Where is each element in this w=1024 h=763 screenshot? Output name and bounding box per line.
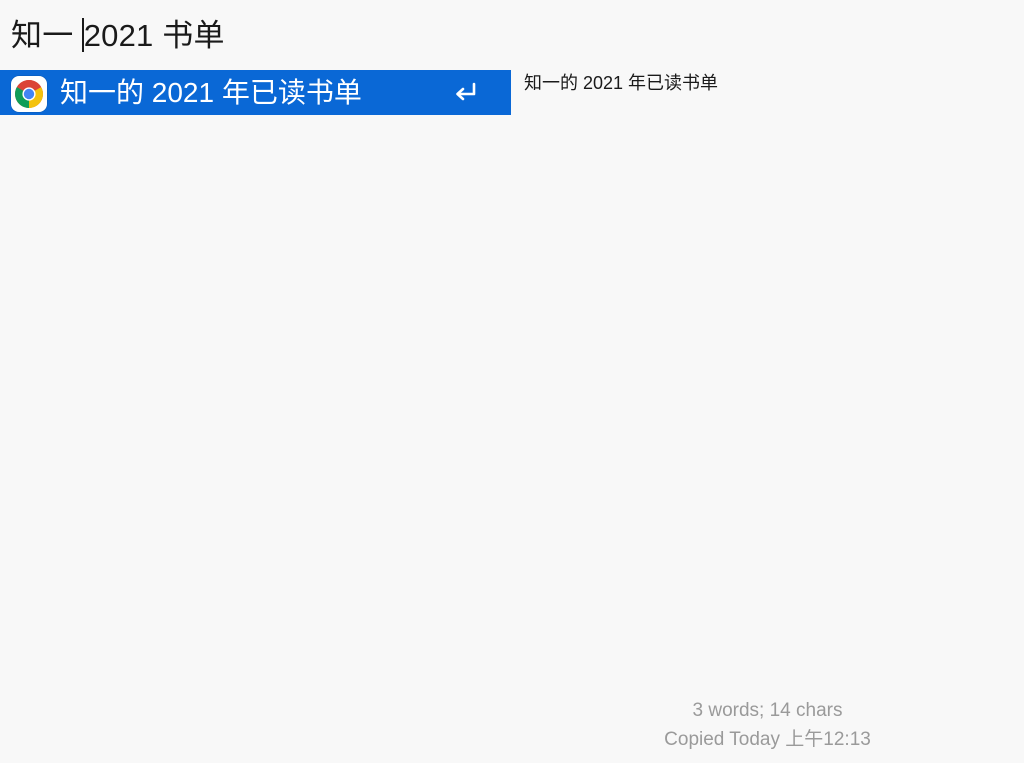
search-query-prefix: 知一 <box>11 18 83 53</box>
clipboard-history-window: 知一 2021 书单 知一的 2021 年已读书单 知一的 2021 年已读书单… <box>0 0 1024 763</box>
preview-stats: 3 words; 14 chars <box>692 700 843 721</box>
search-query-suffix: 2021 书单 <box>83 18 225 53</box>
results-list: 知一的 2021 年已读书单 <box>0 70 511 690</box>
preview-pane: 知一的 2021 年已读书单 3 words; 14 chars Copied … <box>511 70 1024 763</box>
search-input[interactable]: 知一 2021 书单 <box>11 14 225 58</box>
chrome-icon <box>11 76 47 112</box>
search-bar[interactable]: 知一 2021 书单 <box>0 0 1024 70</box>
return-key-icon <box>452 81 480 105</box>
result-item-title: 知一的 2021 年已读书单 <box>60 77 362 108</box>
preview-content: 知一的 2021 年已读书单 <box>524 73 719 93</box>
preview-metadata: 3 words; 14 chars Copied Today 上午12:13 <box>511 696 1024 754</box>
preview-copied-time: Copied Today 上午12:13 <box>664 729 871 750</box>
result-item-selected[interactable]: 知一的 2021 年已读书单 <box>0 70 511 115</box>
